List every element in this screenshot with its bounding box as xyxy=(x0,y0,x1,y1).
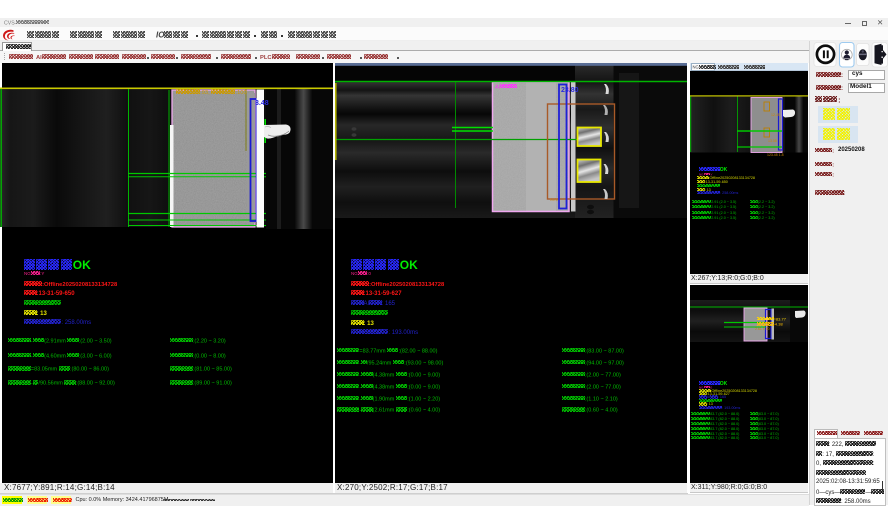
svg-text:12.45: 12.45 xyxy=(771,113,780,117)
svg-text:13.08: 13.08 xyxy=(768,139,777,143)
